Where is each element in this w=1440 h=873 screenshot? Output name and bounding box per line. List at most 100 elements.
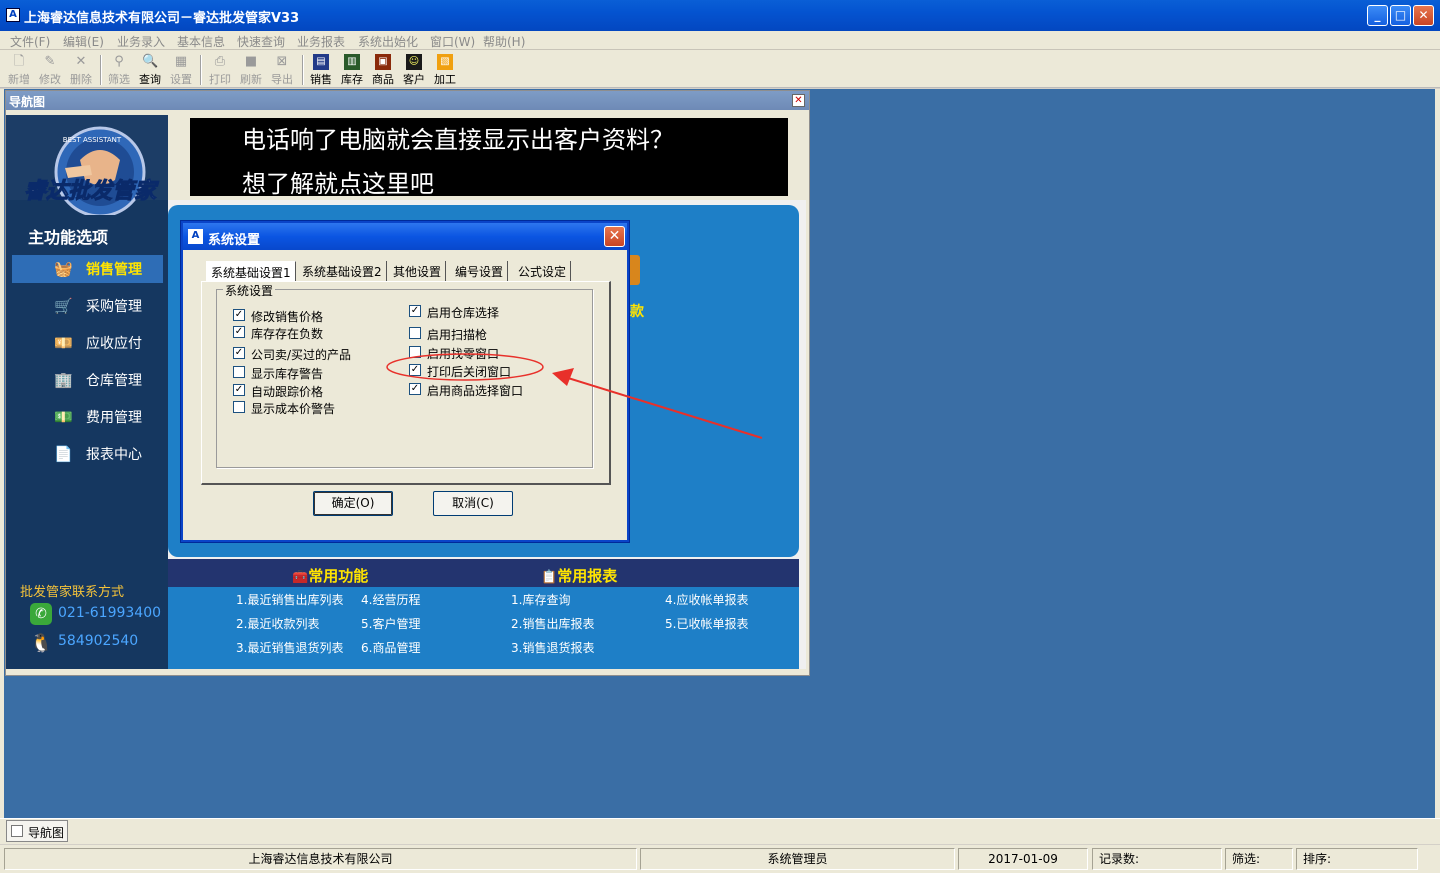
goods-button[interactable]: ▣ 商品	[368, 53, 398, 86]
window-title: 上海睿达信息技术有限公司－睿达批发管家V33	[24, 11, 300, 26]
toolbar: 🗋 新增 ✎ 修改 ✕ 删除 ⚲ 筛选 🔍 查询 ▦ 设置 ⎙ 打印 ■ 刷新 ⊠ 导出 ▤ 销售 …	[0, 50, 1440, 88]
report-link[interactable]: 2.销售出库报表	[511, 615, 594, 632]
common-reports-header: 📋常用报表	[541, 565, 617, 586]
quick-link[interactable]: 4.经营历程	[361, 591, 420, 608]
menu-window[interactable]: 窗口(W)	[430, 33, 475, 50]
function-label-partial[interactable]: 款	[630, 301, 644, 321]
banner-line-2: 想了解就点这里吧	[242, 170, 434, 198]
mdi-border-right	[1435, 89, 1440, 818]
status-bar: 上海睿达信息技术有限公司 系统管理员 2017-01-09 记录数: 筛选: 排…	[0, 845, 1440, 873]
sidebar-item-report-center[interactable]: 📄 报表中心	[12, 440, 163, 468]
cart-icon: 🛒	[54, 297, 73, 315]
logo-text: 睿达批发管家	[24, 178, 159, 204]
money-icon: 💴	[54, 334, 73, 352]
app-logo-icon: A	[6, 8, 20, 22]
checkbox-box[interactable]: ✓	[409, 305, 421, 317]
delete-button[interactable]: ✕ 删除	[66, 53, 96, 86]
filter-button[interactable]: ⚲ 筛选	[104, 53, 134, 86]
export-icon: ⊠	[276, 54, 288, 69]
close-button[interactable]: ✕	[1413, 5, 1434, 26]
settings-button[interactable]: ▦ 设置	[166, 53, 196, 86]
query-button[interactable]: 🔍 查询	[135, 53, 165, 86]
print-button[interactable]: ⎙ 打印	[205, 53, 235, 86]
menu-business-entry[interactable]: 业务录入	[117, 33, 165, 50]
checkbox-box[interactable]	[233, 366, 245, 378]
process-button[interactable]: ▧ 加工	[430, 53, 460, 86]
new-button[interactable]: 🗋 新增	[4, 53, 34, 86]
process-icon: ▧	[437, 54, 453, 70]
checkbox-box[interactable]: ✓	[233, 326, 245, 338]
report-link[interactable]: 5.已收帐单报表	[665, 615, 748, 632]
tab-basic-settings-1[interactable]: 系统基础设置1	[206, 261, 296, 281]
goods-icon: ▣	[375, 54, 391, 70]
sidebar-item-sales[interactable]: 🧺 销售管理	[12, 255, 163, 283]
ok-button[interactable]: 确定(O)	[313, 491, 393, 516]
navigation-window-close-icon[interactable]: ✕	[792, 94, 805, 107]
tab-formula-settings[interactable]: 公式设定	[514, 261, 572, 281]
sidebar-title: 主功能选项	[28, 228, 109, 247]
checkbox-box[interactable]: ✓	[233, 347, 245, 359]
checkbox-box[interactable]: ✓	[409, 364, 421, 376]
title-bar: A 上海睿达信息技术有限公司－睿达批发管家V33 _ □ ✕	[0, 0, 1440, 31]
promo-banner[interactable]: 电话响了电脑就会直接显示出客户资料？ 想了解就点这里吧	[190, 118, 788, 198]
report-link[interactable]: 4.应收帐单报表	[665, 591, 748, 608]
binoculars-icon: ⚲	[114, 54, 124, 69]
sales-button[interactable]: ▤ 销售	[306, 53, 336, 86]
quick-link[interactable]: 6.商品管理	[361, 639, 420, 656]
dialog-title-bar: A 系统设置 ✕	[183, 223, 627, 250]
quick-link[interactable]: 3.最近销售退货列表	[236, 639, 343, 656]
taskbar-tab-navigation[interactable]: 导航图	[6, 820, 68, 842]
maximize-button[interactable]: □	[1390, 5, 1411, 26]
qq-penguin-icon: 🐧	[30, 633, 53, 654]
minimize-button[interactable]: _	[1367, 5, 1388, 26]
menu-system-init[interactable]: 系统出始化	[358, 33, 418, 50]
quick-link[interactable]: 5.客户管理	[361, 615, 420, 632]
sidebar-item-receivable-payable[interactable]: 💴 应收应付	[12, 329, 163, 357]
edit-icon: ✎	[44, 54, 56, 69]
report-link[interactable]: 3.销售退货报表	[511, 639, 594, 656]
customer-button[interactable]: ☺ 客户	[399, 53, 429, 86]
navigation-window-title: 导航图	[6, 91, 809, 110]
menu-file[interactable]: 文件(F)	[10, 33, 50, 50]
refresh-icon: ■	[244, 54, 258, 69]
menu-quick-query[interactable]: 快速查询	[237, 33, 285, 50]
checkbox-box[interactable]	[233, 401, 245, 413]
system-settings-dialog: A 系统设置 ✕ 系统基础设置1 系统基础设置2 其他设置 编号设置 公式设定 …	[181, 221, 629, 542]
report-link[interactable]: 1.库存查询	[511, 591, 570, 608]
checkbox-box[interactable]	[409, 327, 421, 339]
refresh-button[interactable]: ■ 刷新	[236, 53, 266, 86]
menu-edit[interactable]: 编辑(E)	[63, 33, 104, 50]
warehouse-icon: 🏢	[54, 371, 73, 389]
status-filter: 筛选:	[1225, 848, 1293, 870]
banner-line-1: 电话响了电脑就会直接显示出客户资料？	[242, 126, 674, 154]
checkbox-box[interactable]: ✓	[233, 309, 245, 321]
status-records: 记录数:	[1092, 848, 1222, 870]
clipboard-icon: 📋	[541, 570, 558, 585]
tab-other-settings[interactable]: 其他设置	[389, 261, 447, 281]
menu-bar: 文件(F) 编辑(E) 业务录入 基本信息 快速查询 业务报表 系统出始化 窗口…	[0, 31, 1440, 50]
dialog-title: 系统设置	[208, 233, 261, 248]
sidebar-item-purchase[interactable]: 🛒 采购管理	[12, 292, 163, 320]
checkbox-box[interactable]: ✓	[233, 384, 245, 396]
tab-number-settings[interactable]: 编号设置	[451, 261, 509, 281]
menu-basic-info[interactable]: 基本信息	[177, 33, 225, 50]
checkbox-box[interactable]: ✓	[409, 383, 421, 395]
sidebar-item-warehouse[interactable]: 🏢 仓库管理	[12, 366, 163, 394]
menu-help[interactable]: 帮助(H)	[483, 33, 525, 50]
menu-business-reports[interactable]: 业务报表	[297, 33, 345, 50]
common-functions-title: 常用功能	[308, 567, 369, 585]
dialog-close-icon[interactable]: ✕	[604, 226, 625, 247]
cancel-button[interactable]: 取消(C)	[433, 491, 513, 516]
checkbox-box[interactable]	[409, 346, 421, 358]
phone-icon: ✆	[30, 603, 52, 625]
quick-link[interactable]: 2.最近收款列表	[236, 615, 319, 632]
export-button[interactable]: ⊠ 导出	[267, 53, 297, 86]
app-logo-icon: A	[188, 229, 203, 244]
report-icon: 📄	[54, 445, 73, 463]
tab-basic-settings-2[interactable]: 系统基础设置2	[298, 261, 387, 281]
stock-button[interactable]: ▥ 库存	[337, 53, 367, 86]
quick-link[interactable]: 1.最近销售出库列表	[236, 591, 343, 608]
sidebar-item-expense[interactable]: 💵 费用管理	[12, 403, 163, 431]
logo-badge-icon: BEST ASSISTANT 睿达批发管家	[24, 126, 160, 215]
edit-button[interactable]: ✎ 修改	[35, 53, 65, 86]
